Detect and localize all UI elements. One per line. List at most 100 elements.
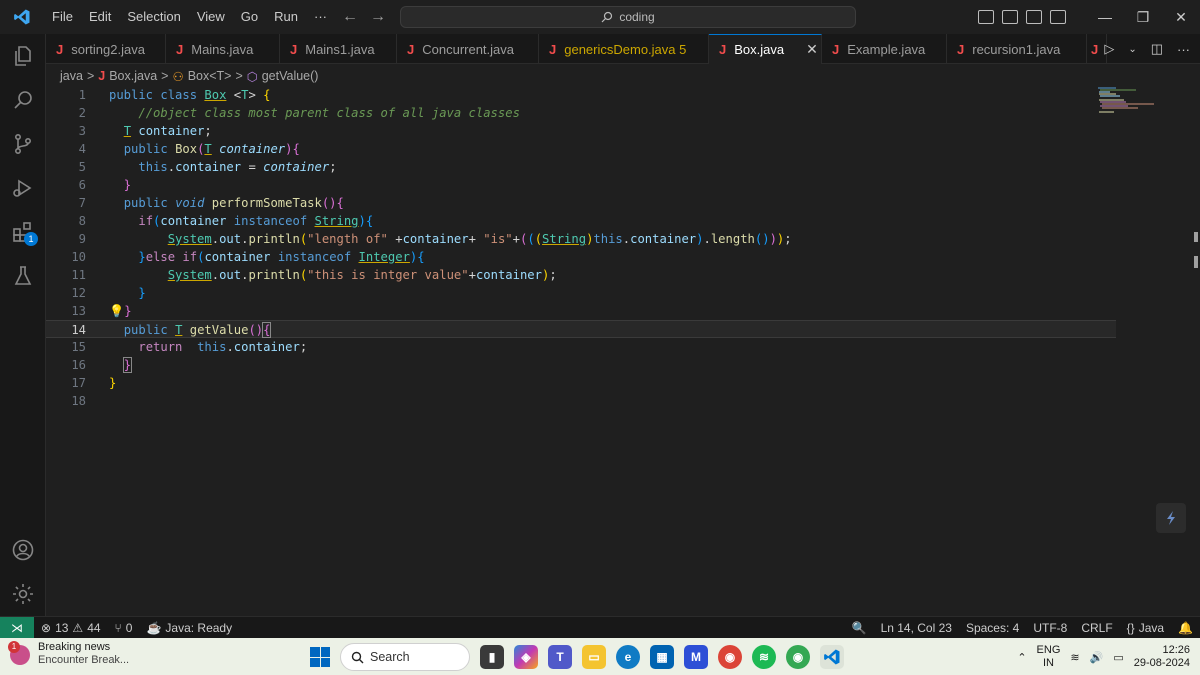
editor-actions: ▷ ⌄ ◫ ··· (1104, 34, 1190, 64)
vscode-taskbar-icon[interactable] (820, 645, 844, 669)
taskbar-apps: Search ▮ ◈ T ▭ e ▦ M ◉ ≋ ◉ (310, 641, 844, 673)
accounts-icon[interactable] (0, 528, 46, 572)
manage-gear-icon[interactable] (0, 572, 46, 616)
java-status[interactable]: ☕ Java: Ready (139, 621, 239, 635)
ports-icon: ⑂ (114, 620, 122, 635)
java-file-icon: J (56, 41, 64, 57)
code-editor[interactable]: 1 public class Box <T> { 2 //object class… (46, 86, 1186, 616)
tab-example[interactable]: J Example.java (822, 34, 947, 64)
menu-more[interactable]: ··· (306, 0, 335, 34)
tab-concurrent[interactable]: J Concurrent.java (397, 34, 539, 64)
chrome-profile-icon[interactable]: ◉ (786, 645, 810, 669)
toggle-primary-sidebar-icon[interactable] (978, 10, 994, 24)
tab-recursion1[interactable]: Jrecursion1.java (947, 34, 1087, 64)
breadcrumb-method[interactable]: getValue() (262, 69, 319, 83)
toggle-secondary-sidebar-icon[interactable] (1026, 10, 1042, 24)
menu-run[interactable]: Run (266, 0, 306, 34)
code-line: 17} (71, 376, 117, 390)
source-control-icon[interactable] (0, 122, 46, 166)
taskbar-search[interactable]: Search (340, 643, 470, 671)
indentation-status[interactable]: Spaces: 4 (959, 621, 1026, 635)
minimap[interactable] (1096, 86, 1156, 126)
edge-icon[interactable]: e (616, 645, 640, 669)
news-widget[interactable]: 1 Breaking news Encounter Break... (8, 641, 129, 667)
menu-bar: File Edit Selection View Go Run ··· (44, 0, 335, 34)
close-tab-icon[interactable]: ✕ (806, 41, 818, 58)
chevron-up-icon[interactable]: ⌃ (1017, 651, 1026, 664)
code-line: 13 💡} (71, 304, 132, 318)
explorer-icon[interactable] (0, 34, 46, 78)
system-tray: ⌃ ENG IN ≋ 🔊 ▭ 12:26 29-08-2024 (1017, 641, 1190, 673)
java-file-icon: J (98, 69, 106, 83)
tab-sorting2[interactable]: Jsorting2.java (46, 34, 166, 64)
close-window-button[interactable]: ✕ (1162, 0, 1200, 34)
teams-icon[interactable]: T (548, 645, 572, 669)
ports-status[interactable]: ⑂ 0 (108, 621, 140, 635)
extensions-icon[interactable]: 1 (0, 210, 46, 254)
code-line: 4 public Box(T container){ (78, 142, 300, 156)
nav-arrows: ← → (342, 0, 386, 34)
scrollbar-thumb[interactable] (1194, 256, 1198, 268)
forward-arrow-icon[interactable]: → (370, 8, 386, 26)
run-icon[interactable]: ▷ (1104, 41, 1114, 57)
cursor-position[interactable]: Ln 14, Col 23 (874, 621, 959, 635)
menu-file[interactable]: File (44, 0, 81, 34)
windows-start-icon[interactable] (310, 647, 330, 667)
file-explorer-icon[interactable]: ▭ (582, 645, 606, 669)
chevron-down-icon[interactable]: ⌄ (1128, 44, 1136, 55)
menu-selection[interactable]: Selection (119, 0, 188, 34)
language-mode[interactable]: {} Java (1120, 621, 1171, 635)
java-file-icon: J (549, 41, 557, 57)
zoom-icon[interactable]: 🔍 (845, 621, 874, 635)
lightbulb-icon[interactable]: 💡 (109, 304, 124, 318)
more-actions-icon[interactable]: ··· (1177, 42, 1190, 57)
status-bar: ⋊ ⊗ 13 ⚠ 44 ⑂ 0 ☕ Java: Ready 🔍 Ln 14, Col 2… (0, 616, 1200, 639)
restore-button[interactable]: ❐ (1124, 0, 1162, 34)
task-view-icon[interactable]: ▮ (480, 645, 504, 669)
breadcrumb-folder[interactable]: java (60, 69, 83, 83)
minimize-button[interactable]: — (1086, 0, 1124, 34)
java-file-icon: J (1091, 41, 1099, 57)
customize-layout-icon[interactable] (1050, 10, 1066, 24)
encoding-status[interactable]: UTF-8 (1026, 621, 1074, 635)
split-editor-icon[interactable]: ◫ (1151, 41, 1163, 57)
tab-genericsdemo[interactable]: JgenericsDemo.java 5 (539, 34, 709, 64)
run-debug-icon[interactable] (0, 166, 46, 210)
menu-edit[interactable]: Edit (81, 0, 119, 34)
battery-icon[interactable]: ▭ (1113, 651, 1123, 664)
java-file-icon: J (176, 41, 184, 57)
copilot-app-icon[interactable]: ◈ (514, 645, 538, 669)
language-indicator[interactable]: ENG IN (1037, 644, 1061, 670)
breadcrumb-class[interactable]: Box<T> (188, 69, 232, 83)
chrome-icon[interactable]: ◉ (718, 645, 742, 669)
remote-icon[interactable]: ⋊ (0, 616, 34, 639)
menu-view[interactable]: View (189, 0, 233, 34)
toggle-panel-icon[interactable] (1002, 10, 1018, 24)
editor-app-icon[interactable]: M (684, 645, 708, 669)
tab-mains[interactable]: J Mains.java (166, 34, 280, 64)
store-icon[interactable]: ▦ (650, 645, 674, 669)
search-icon[interactable] (0, 78, 46, 122)
testing-icon[interactable] (0, 254, 46, 298)
command-center-label: coding (619, 10, 655, 24)
back-arrow-icon[interactable]: ← (342, 8, 358, 26)
editor-tab-bar: Jsorting2.java J Mains.java J Mains1.java … (46, 34, 1200, 64)
tab-box-active[interactable]: J Box.java ✕ (709, 34, 822, 64)
code-line-current: 14 public T getValue(){ (46, 320, 1116, 338)
command-center[interactable]: coding (400, 6, 856, 28)
problems-status[interactable]: ⊗ 13 ⚠ 44 (34, 621, 108, 635)
code-line: 5 this.container = container; (78, 160, 337, 174)
clock[interactable]: 12:26 29-08-2024 (1134, 644, 1190, 670)
menu-go[interactable]: Go (233, 0, 266, 34)
copilot-icon[interactable] (1156, 503, 1186, 533)
java-file-icon: J (957, 41, 965, 57)
notifications-bell-icon[interactable]: 🔔 (1171, 621, 1200, 635)
wifi-icon[interactable]: ≋ (1070, 651, 1079, 664)
code-line: 9 System.out.println("length of" +contai… (78, 232, 792, 246)
volume-icon[interactable]: 🔊 (1090, 651, 1104, 664)
code-line: 8 if(container instanceof String){ (78, 214, 374, 228)
eol-status[interactable]: CRLF (1074, 621, 1119, 635)
breadcrumb-file[interactable]: Box.java (109, 69, 157, 83)
tab-mains1[interactable]: J Mains1.java (280, 34, 397, 64)
spotify-icon[interactable]: ≋ (752, 645, 776, 669)
